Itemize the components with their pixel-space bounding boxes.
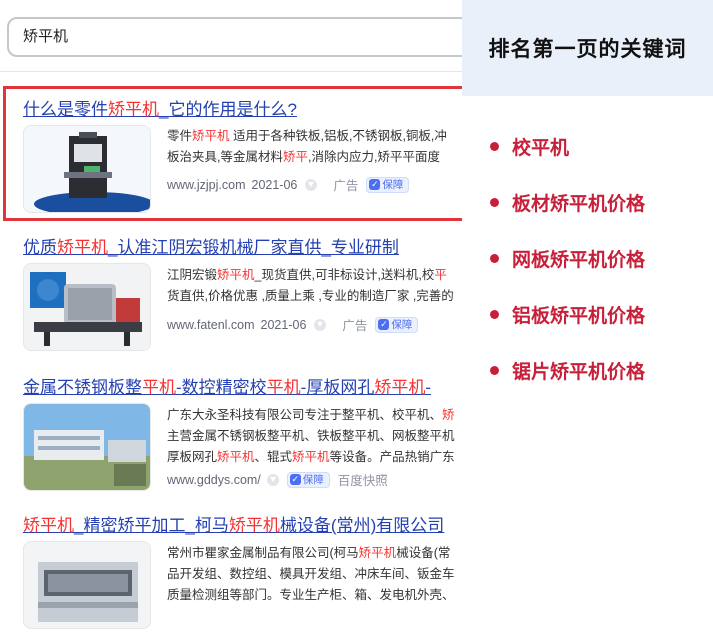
dropdown-icon[interactable] xyxy=(314,318,327,331)
bullet-icon xyxy=(490,141,499,151)
check-icon: ✓ xyxy=(369,179,381,190)
result-thumbnail[interactable] xyxy=(23,263,151,351)
result-title-link[interactable]: 优质矫平机_认准江阴宏锻机械厂家直供_专业研制 xyxy=(23,233,399,258)
dropdown-icon[interactable] xyxy=(305,178,318,191)
keyword-item: 校平机 xyxy=(490,118,645,174)
result-snippet: 常州市瞿家金属制品有限公司(柯马矫平机械设备(常 品开发组、数控组、模具开发组、… xyxy=(167,546,455,602)
result-snippet: 江阴宏锻矫平机_现货直供,可非标设计,送料机,校平 货直供,价格优惠 ,质量上乘… xyxy=(167,268,454,303)
result-snippet: 零件矫平机 适用于各种铁板,铝板,不锈钢板,铜板,冲 板治夹具,等金属材料矫平,… xyxy=(167,129,447,164)
bullet-icon xyxy=(490,309,499,319)
result-title-link[interactable]: 矫平机_精密矫平加工_柯马矫平机械设备(常州)有限公司 xyxy=(23,511,444,536)
result-thumbnail[interactable] xyxy=(23,403,151,491)
bullet-icon xyxy=(490,253,499,263)
result-thumbnail[interactable] xyxy=(23,125,151,213)
result-meta: www.jzjpj.com 2021-06 广告 ✓ 保障 xyxy=(167,175,410,194)
keyword-panel: 排名第一页的关键词 校平机 板材矫平机价格 网板矫平机价格 铝板矫平机价格 锯片… xyxy=(462,0,713,637)
result-url[interactable]: www.gddys.com/ xyxy=(167,473,261,487)
machine-image xyxy=(24,126,150,212)
keyword-item: 锯片矫平机价格 xyxy=(490,342,645,398)
guarantee-badge[interactable]: ✓ 保障 xyxy=(375,316,419,333)
guarantee-badge[interactable]: ✓ 保障 xyxy=(366,176,410,193)
bullet-icon xyxy=(490,365,499,375)
dropdown-icon[interactable] xyxy=(266,473,279,486)
result-snippet: 广东大永圣科技有限公司专注于整平机、校平机、矫 主营金属不锈钢板整平机、铁板整平… xyxy=(167,408,455,464)
machine-image xyxy=(24,264,150,350)
keyword-item: 网板矫平机价格 xyxy=(490,230,645,286)
ad-label: 广告 xyxy=(333,179,359,193)
result-meta: www.fatenl.com 2021-06 广告 ✓ 保障 xyxy=(167,315,419,334)
ad-label: 广告 xyxy=(342,319,368,333)
result-thumbnail[interactable] xyxy=(23,541,151,629)
search-bar: 矫平机 xyxy=(0,0,507,72)
search-input[interactable]: 矫平机 xyxy=(7,17,507,57)
result-date: 2021-06 xyxy=(251,177,298,192)
result-date: 2021-06 xyxy=(260,317,307,332)
keyword-item: 铝板矫平机价格 xyxy=(490,286,645,342)
result-meta: www.gddys.com/ ✓ 保障 百度快照 xyxy=(167,470,388,489)
check-icon: ✓ xyxy=(289,474,301,485)
guarantee-badge[interactable]: ✓ 保障 xyxy=(286,471,330,488)
search-result-1: 什么是零件矫平机_它的作用是什么? 零件矫平机 适用于各种铁板,铝板,不锈钢板,… xyxy=(0,83,462,221)
panel-header: 排名第一页的关键词 xyxy=(462,0,713,96)
snapshot-link[interactable]: 百度快照 xyxy=(338,470,388,489)
search-results: 什么是零件矫平机_它的作用是什么? 零件矫平机 适用于各种铁板,铝板,不锈钢板,… xyxy=(0,80,462,637)
factory-image xyxy=(24,404,150,490)
result-title-link[interactable]: 金属不锈钢板整平机-数控精密校平机-厚板网孔矫平机- xyxy=(23,373,431,398)
check-icon: ✓ xyxy=(378,319,390,330)
bullet-icon xyxy=(490,197,499,207)
result-url[interactable]: www.jzjpj.com xyxy=(167,178,246,192)
result-title-link[interactable]: 什么是零件矫平机_它的作用是什么? xyxy=(23,95,297,120)
result-url[interactable]: www.fatenl.com xyxy=(167,318,255,332)
keyword-item: 板材矫平机价格 xyxy=(490,174,645,230)
panel-title: 排名第一页的关键词 xyxy=(488,37,687,61)
machine-image xyxy=(24,542,150,628)
keyword-list: 校平机 板材矫平机价格 网板矫平机价格 铝板矫平机价格 锯片矫平机价格 xyxy=(490,118,645,398)
